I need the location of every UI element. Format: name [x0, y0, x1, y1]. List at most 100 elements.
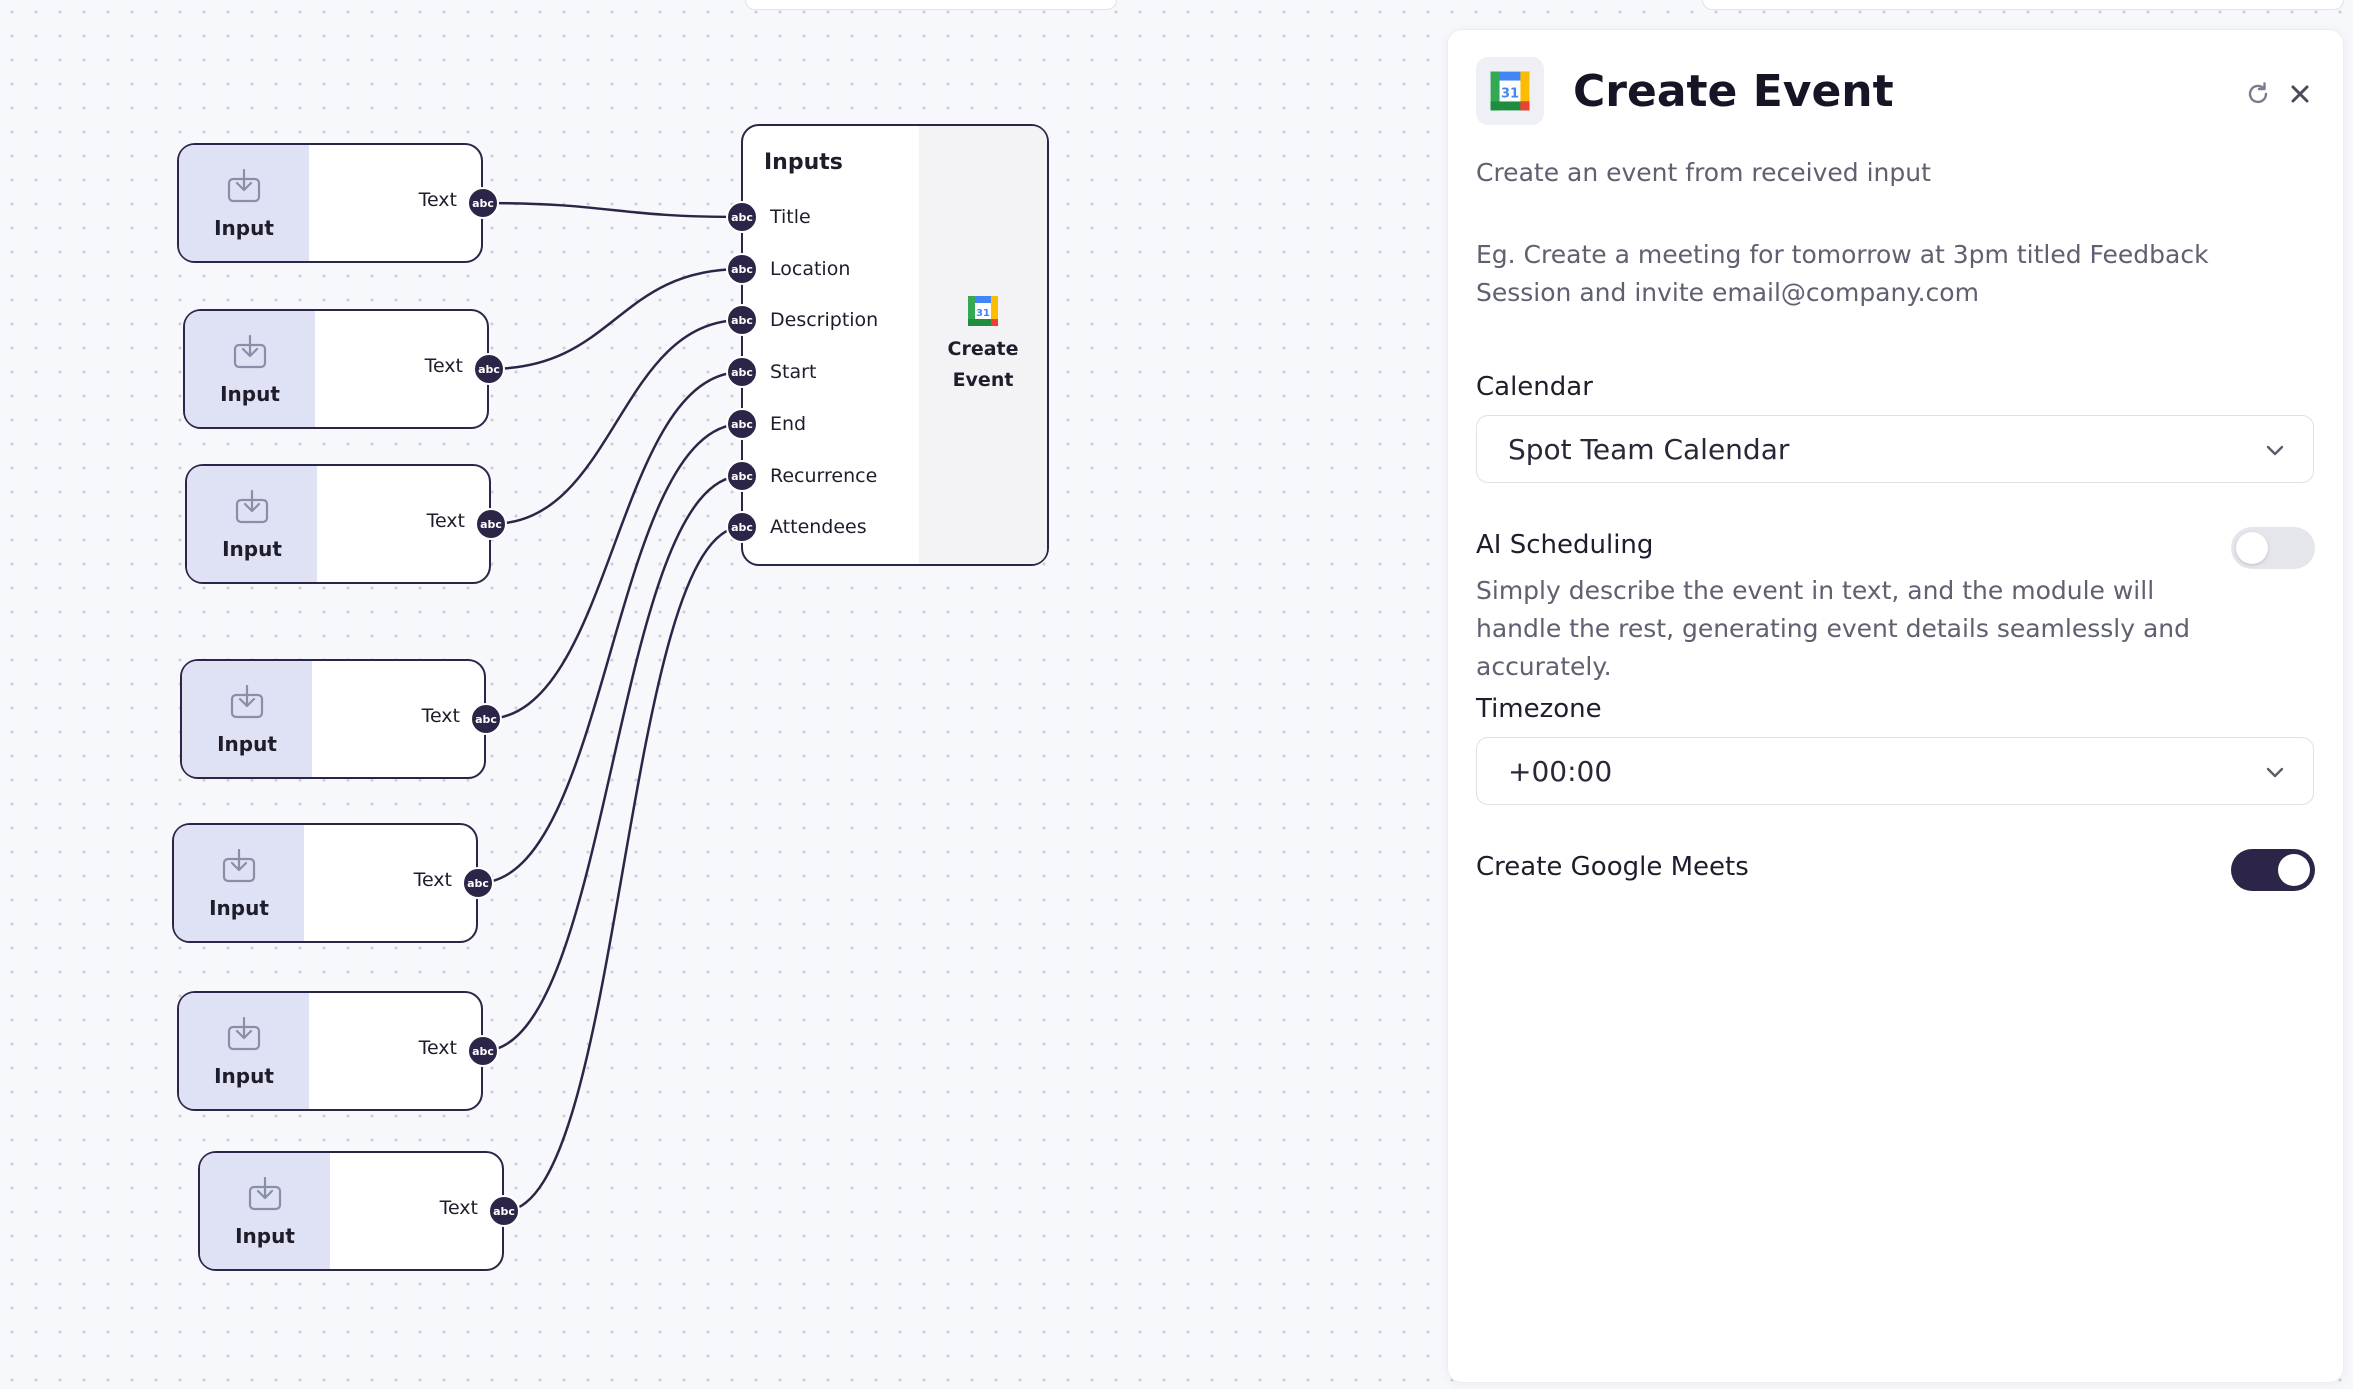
input-node-label: Input [235, 1224, 295, 1248]
connection-wire [482, 474, 743, 1053]
refresh-icon [2248, 82, 2268, 104]
input-node[interactable]: Input Text abc [183, 309, 505, 429]
input-node-icon-area: Input [179, 993, 309, 1109]
download-icon [222, 848, 256, 883]
google-meets-toggle[interactable] [2231, 849, 2315, 891]
input-node[interactable]: Input Text abc [177, 991, 499, 1111]
output-label: Text [421, 705, 460, 727]
close-button[interactable] [2282, 76, 2318, 112]
output-port[interactable]: abc [475, 508, 507, 540]
field-row-start: abc Start [726, 355, 919, 389]
input-node-icon-area: Input [185, 311, 315, 427]
input-port[interactable]: abc [726, 460, 758, 492]
input-node-label: Input [220, 382, 280, 406]
output-port[interactable]: abc [462, 867, 494, 899]
panel-description: Create an event from received input [1476, 158, 1931, 187]
connection-wire [482, 201, 743, 219]
refresh-button[interactable] [2240, 76, 2276, 112]
google-meets-label: Create Google Meets [1476, 852, 1749, 882]
ai-scheduling-label: AI Scheduling [1476, 530, 1654, 560]
inputs-header: Inputs [764, 150, 843, 175]
canvas-node-partial [745, 0, 1117, 10]
input-node-icon-area: Input [179, 145, 309, 261]
output-port[interactable]: abc [470, 703, 502, 735]
close-icon [2291, 85, 2309, 103]
connection-wire [485, 370, 743, 721]
input-node[interactable]: Input Text abc [180, 659, 502, 779]
svg-text:31: 31 [1501, 86, 1519, 101]
input-port[interactable]: abc [726, 304, 758, 336]
input-port[interactable]: abc [726, 253, 758, 285]
field-row-location: abc Location [726, 252, 919, 286]
field-row-recurrence: abc Recurrence [726, 459, 919, 493]
input-node-icon-area: Input [200, 1153, 330, 1269]
input-node-label: Input [217, 732, 277, 756]
field-row-end: abc End [726, 407, 919, 441]
config-panel: 31 Create Event Create an event from rec… [1448, 30, 2343, 1382]
output-label: Text [424, 355, 463, 377]
output-port[interactable]: abc [467, 187, 499, 219]
output-label: Text [426, 510, 465, 532]
download-icon [248, 1176, 282, 1211]
toggle-knob [2236, 532, 2268, 564]
chevron-down-icon [2266, 767, 2284, 778]
input-port[interactable]: abc [726, 356, 758, 388]
field-label: Recurrence [770, 465, 878, 487]
calendar-select[interactable]: Spot Team Calendar [1476, 415, 2314, 483]
input-node[interactable]: Input Text abc [177, 143, 499, 263]
field-label: Start [770, 361, 817, 383]
output-port[interactable]: abc [488, 1195, 520, 1227]
input-port[interactable]: abc [726, 511, 758, 543]
output-port[interactable]: abc [473, 353, 505, 385]
input-node-icon-area: Input [182, 661, 312, 777]
panel-app-badge: 31 [1476, 57, 1544, 125]
output-label: Text [418, 189, 457, 211]
connection-wire [477, 422, 743, 885]
toggle-knob [2278, 854, 2310, 886]
panel-example: Eg. Create a meeting for tomorrow at 3pm… [1476, 240, 2209, 307]
google-calendar-icon: 31 [968, 296, 998, 326]
field-row-description: abc Description [726, 303, 919, 337]
ai-scheduling-toggle[interactable] [2231, 527, 2315, 569]
panel-title: Create Event [1573, 66, 1894, 117]
field-label: Attendees [770, 516, 867, 538]
input-node-label: Input [209, 896, 269, 920]
input-node-icon-area: Input [174, 825, 304, 941]
field-label: End [770, 413, 807, 435]
download-icon [235, 489, 269, 524]
field-row-title: abc Title [726, 200, 919, 234]
field-label: Title [770, 206, 811, 228]
input-node-label: Input [214, 1064, 274, 1088]
timezone-select-value: +00:00 [1508, 755, 1613, 788]
output-label: Text [413, 869, 452, 891]
input-node[interactable]: Input Text abc [185, 464, 507, 584]
create-event-node[interactable]: Inputs abc Title abc Location abc Descri… [726, 124, 1049, 566]
input-port[interactable]: abc [726, 408, 758, 440]
download-icon [227, 168, 261, 203]
input-node-icon-area: Input [187, 466, 317, 582]
download-icon [233, 334, 267, 369]
field-row-attendees: abc Attendees [726, 510, 919, 544]
svg-text:31: 31 [976, 308, 990, 319]
canvas-node-partial [1702, 0, 2344, 10]
input-port[interactable]: abc [726, 201, 758, 233]
connection-wire [488, 267, 743, 371]
download-icon [227, 1016, 261, 1051]
create-event-node-summary: 31 Create Event [919, 126, 1047, 564]
chevron-down-icon [2266, 445, 2284, 456]
field-label: Location [770, 258, 851, 280]
create-event-node-title: Create Event [947, 338, 1019, 391]
output-port[interactable]: abc [467, 1035, 499, 1067]
calendar-select-value: Spot Team Calendar [1508, 433, 1790, 466]
ai-scheduling-help: Simply describe the event in text, and t… [1476, 576, 2191, 681]
field-label: Description [770, 309, 879, 331]
input-node[interactable]: Input Text abc [198, 1151, 520, 1271]
connection-wire [490, 318, 743, 526]
input-node[interactable]: Input Text abc [172, 823, 494, 943]
calendar-label: Calendar [1476, 372, 1593, 402]
input-node-label: Input [214, 216, 274, 240]
google-calendar-icon: 31 [1490, 71, 1530, 111]
download-icon [230, 684, 264, 719]
timezone-select[interactable]: +00:00 [1476, 737, 2314, 805]
output-label: Text [439, 1197, 478, 1219]
